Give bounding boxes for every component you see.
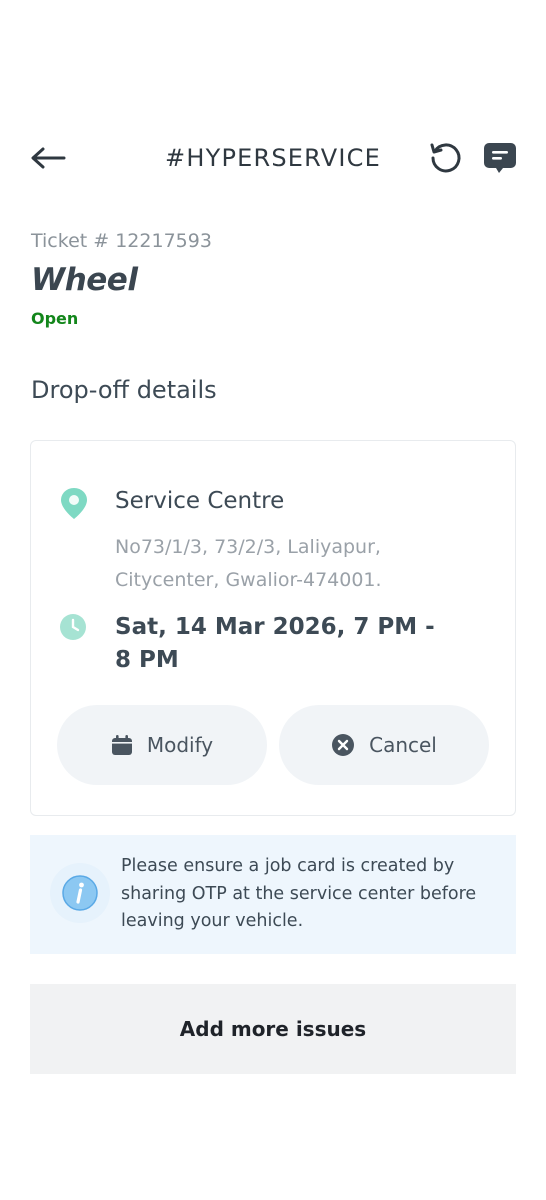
- ticket-number: Ticket # 12217593: [31, 230, 212, 252]
- dropoff-section-title: Drop-off details: [31, 376, 217, 404]
- info-icon: [62, 875, 98, 911]
- ticket-category: Wheel: [31, 262, 138, 298]
- modify-label: Modify: [146, 733, 214, 757]
- history-button[interactable]: [426, 138, 466, 178]
- modify-button[interactable]: Modify: [57, 705, 267, 785]
- clock-icon: [60, 614, 86, 640]
- chat-icon: [484, 143, 516, 173]
- cancel-button[interactable]: Cancel: [279, 705, 489, 785]
- calendar-icon: [111, 735, 132, 755]
- location-pin-icon: [61, 488, 87, 519]
- info-banner: Please ensure a job card is created by s…: [30, 835, 516, 954]
- history-icon: [430, 143, 461, 173]
- service-centre-address: No73/1/3, 73/2/3, Laliyapur, Citycenter,…: [115, 536, 382, 591]
- info-icon-wrapper: [50, 863, 110, 923]
- dropoff-slot: Sat, 14 Mar 2026, 7 PM - 8 PM: [115, 614, 435, 673]
- add-more-issues-label: Add more issues: [179, 1017, 367, 1041]
- status-badge: Open: [31, 309, 79, 328]
- add-more-issues-button[interactable]: Add more issues: [30, 984, 516, 1074]
- app-header: #HYPERSERVICE: [0, 132, 546, 184]
- chat-button[interactable]: [480, 138, 520, 178]
- dropoff-card: Service Centre No73/1/3, 73/2/3, Laliyap…: [30, 440, 516, 816]
- info-message: Please ensure a job card is created by s…: [121, 856, 477, 931]
- cancel-label: Cancel: [369, 733, 437, 757]
- close-circle-icon: [332, 734, 355, 756]
- service-centre-name: Service Centre: [115, 488, 285, 514]
